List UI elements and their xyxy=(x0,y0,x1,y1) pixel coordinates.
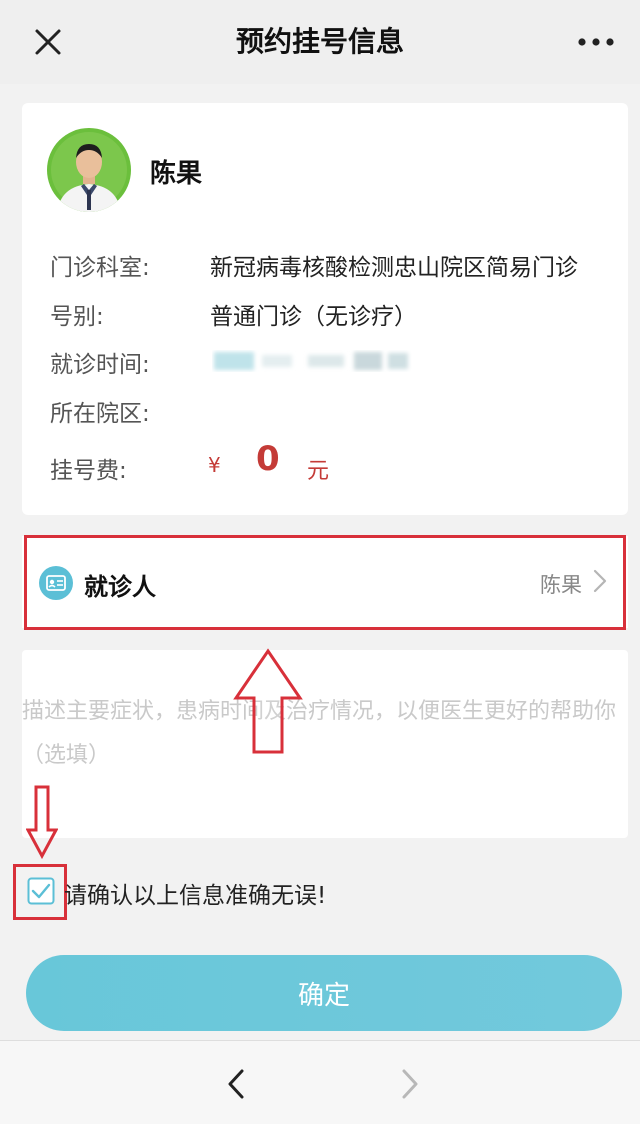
visit-time-value-redacted xyxy=(212,349,412,373)
chevron-right-icon xyxy=(592,567,608,595)
doctor-name: 陈果 xyxy=(150,159,203,189)
navigation-bar: 预约挂号信息 xyxy=(0,0,640,84)
close-icon[interactable] xyxy=(28,22,68,62)
fee-label: 挂号费: xyxy=(50,458,127,484)
patient-name: 陈果 xyxy=(540,573,582,597)
page-title: 预约挂号信息 xyxy=(235,25,404,58)
back-arrow-icon[interactable] xyxy=(224,1067,248,1101)
fee-unit: 元 xyxy=(307,459,330,484)
symptom-input[interactable] xyxy=(22,690,622,800)
department-value: 新冠病毒核酸检测忠山院区简易门诊 xyxy=(210,255,578,281)
confirm-checkbox[interactable] xyxy=(27,877,55,905)
department-label: 门诊科室: xyxy=(50,255,150,281)
forward-arrow-icon[interactable] xyxy=(398,1067,422,1101)
registration-type-value: 普通门诊（无诊疗） xyxy=(210,304,417,330)
confirm-text: 请确认以上信息准确无误! xyxy=(64,883,327,909)
fee-amount: 0 xyxy=(256,439,280,479)
visit-time-label: 就诊时间: xyxy=(50,352,150,378)
patient-title: 就诊人 xyxy=(84,573,156,601)
fee-currency: ¥ xyxy=(208,453,221,477)
appointment-info-card: 陈果 门诊科室: 新冠病毒核酸检测忠山院区简易门诊 号别: 普通门诊（无诊疗） … xyxy=(22,103,628,515)
confirm-button[interactable]: 确定 xyxy=(26,955,622,1031)
registration-type-label: 号别: xyxy=(50,304,104,330)
patient-selector[interactable]: 就诊人 陈果 xyxy=(22,536,628,628)
doctor-avatar xyxy=(47,128,131,212)
id-card-icon xyxy=(39,566,73,600)
bottom-navigation-bar xyxy=(0,1040,640,1124)
more-options-icon[interactable] xyxy=(574,26,618,58)
campus-label: 所在院区: xyxy=(50,401,150,427)
